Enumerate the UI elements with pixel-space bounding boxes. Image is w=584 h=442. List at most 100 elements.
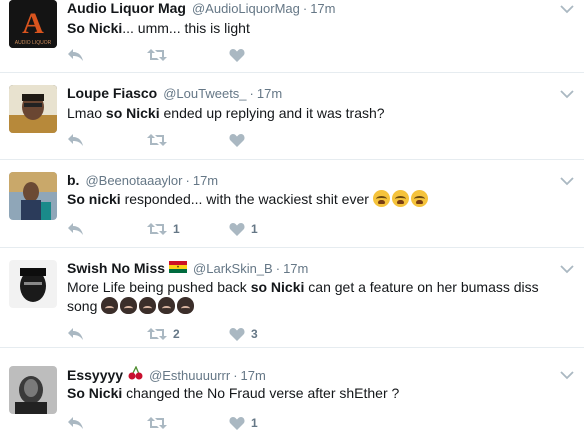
display-name[interactable]: Swish No Miss: [67, 260, 165, 276]
like-count: 1: [251, 416, 258, 430]
heart-icon: [229, 223, 245, 236]
avatar[interactable]: A AUDIO LIQUOR: [9, 0, 57, 48]
display-name[interactable]: Essyyyy: [67, 367, 123, 383]
like-button[interactable]: [229, 131, 251, 149]
like-button[interactable]: 3: [229, 325, 258, 343]
user-photo-icon: [9, 172, 57, 220]
reply-icon: [68, 223, 83, 235]
tweet-header: b. @Beenotaaaylor · 17m: [67, 172, 218, 190]
reply-button[interactable]: [67, 131, 84, 149]
chevron-down-icon[interactable]: [560, 264, 574, 274]
text-body: ended up replying and it was trash?: [159, 105, 385, 121]
tweet-header: Audio Liquor Mag @AudioLiquorMag · 17m: [67, 0, 336, 18]
separator-dot: ·: [185, 173, 190, 188]
text-body: Lmao: [67, 105, 106, 121]
user-handle[interactable]: @Beenotaaaylor: [85, 173, 182, 188]
retweet-icon: [147, 49, 167, 61]
tweet-text: So nicki responded... with the wackiest …: [67, 190, 567, 209]
user-handle[interactable]: @LouTweets_: [163, 86, 246, 101]
separator-dot: ·: [249, 86, 254, 101]
chevron-down-icon[interactable]: [560, 4, 574, 14]
reply-icon: [68, 49, 83, 61]
avatar[interactable]: [9, 85, 57, 133]
heart-icon: [229, 417, 245, 430]
loudly-crying-face-icon: [391, 190, 409, 207]
retweet-button[interactable]: 1: [147, 220, 180, 238]
text-body: changed the No Fraud verse after shEther…: [122, 385, 400, 401]
avatar-caption: AUDIO LIQUOR: [15, 40, 52, 46]
tweet-header: Swish No Miss @LarkSkin_B · 17m: [67, 260, 308, 278]
tweet-item[interactable]: Swish No Miss @LarkSkin_B · 17m More Lif…: [0, 248, 584, 348]
heart-icon: [229, 134, 245, 147]
timestamp[interactable]: 17m: [241, 368, 266, 383]
user-photo-icon: [9, 85, 57, 133]
text-highlight: So Nicki: [67, 385, 123, 401]
tweet-text: So Nicki... umm... this is light: [67, 19, 567, 38]
chevron-down-icon[interactable]: [560, 370, 574, 380]
loudly-crying-face-icon: [410, 190, 428, 207]
user-handle[interactable]: @LarkSkin_B: [193, 261, 273, 276]
chevron-down-icon[interactable]: [560, 89, 574, 99]
retweet-button[interactable]: [147, 414, 173, 432]
retweet-icon: [147, 223, 167, 235]
timestamp[interactable]: 17m: [310, 1, 335, 16]
timestamp[interactable]: 17m: [257, 86, 282, 101]
text-highlight: So Nicki: [67, 20, 123, 36]
retweet-count: 2: [173, 327, 180, 341]
avatar[interactable]: [9, 260, 57, 308]
timestamp[interactable]: 17m: [193, 173, 218, 188]
like-button[interactable]: 1: [229, 414, 258, 432]
tweet-item[interactable]: A AUDIO LIQUOR Audio Liquor Mag @AudioLi…: [0, 0, 584, 73]
face-palm-icon: [177, 297, 195, 314]
reply-button[interactable]: [67, 46, 84, 64]
display-name[interactable]: Audio Liquor Mag: [67, 0, 186, 16]
retweet-button[interactable]: 2: [147, 325, 180, 343]
display-name[interactable]: Loupe Fiasco: [67, 85, 157, 101]
tweet-item[interactable]: b. @Beenotaaaylor · 17m So nicki respond…: [0, 160, 584, 248]
heart-icon: [229, 49, 245, 62]
tweet-text: More Life being pushed back so Nicki can…: [67, 278, 567, 316]
reply-icon: [68, 328, 83, 340]
heart-icon: [229, 328, 245, 341]
tweet-actions: [67, 131, 467, 149]
reply-button[interactable]: [67, 414, 84, 432]
tweet-item[interactable]: Loupe Fiasco @LouTweets_ · 17m Lmao so N…: [0, 73, 584, 160]
like-count: 3: [251, 327, 258, 341]
separator-dot: ·: [302, 1, 308, 16]
avatar[interactable]: [9, 366, 57, 414]
tweet-actions: 1: [67, 414, 467, 432]
separator-dot: ·: [233, 368, 238, 383]
separator-dot: ·: [275, 261, 281, 276]
text-highlight: so Nicki: [105, 105, 160, 121]
user-handle[interactable]: @AudioLiquorMag: [192, 1, 300, 16]
reply-button[interactable]: [67, 325, 84, 343]
text-highlight: So nicki: [67, 191, 121, 207]
reply-icon: [68, 134, 83, 146]
reply-icon: [68, 417, 83, 429]
retweet-button[interactable]: [147, 46, 173, 64]
timestamp[interactable]: 17m: [283, 261, 308, 276]
chevron-down-icon[interactable]: [560, 176, 574, 186]
text-body: responded... with the wackiest shit ever: [120, 191, 373, 207]
like-button[interactable]: 1: [229, 220, 258, 238]
audio-liquor-logo-icon: A AUDIO LIQUOR: [9, 0, 57, 48]
retweet-button[interactable]: [147, 131, 173, 149]
like-count: 1: [251, 222, 258, 236]
tweet-text: Lmao so Nicki ended up replying and it w…: [67, 104, 567, 123]
tweet-item[interactable]: Essyyyy @Esthuuuurrr · 17m So Nicki chan…: [0, 348, 584, 442]
face-palm-icon: [139, 297, 157, 314]
reply-button[interactable]: [67, 220, 84, 238]
face-palm-icon: [158, 297, 176, 314]
display-name[interactable]: b.: [67, 172, 79, 188]
face-palm-icon: [101, 297, 119, 314]
retweet-icon: [147, 417, 167, 429]
text-body: More Life being pushed back: [67, 279, 251, 295]
face-palm-icon: [120, 297, 138, 314]
user-handle[interactable]: @Esthuuuurrr: [149, 368, 230, 383]
cherries-icon: [127, 365, 143, 383]
text-body: ... umm... this is light: [122, 20, 250, 36]
like-button[interactable]: [229, 46, 251, 64]
retweet-icon: [147, 328, 167, 340]
tweet-header: Loupe Fiasco @LouTweets_ · 17m: [67, 85, 282, 103]
avatar[interactable]: [9, 172, 57, 220]
